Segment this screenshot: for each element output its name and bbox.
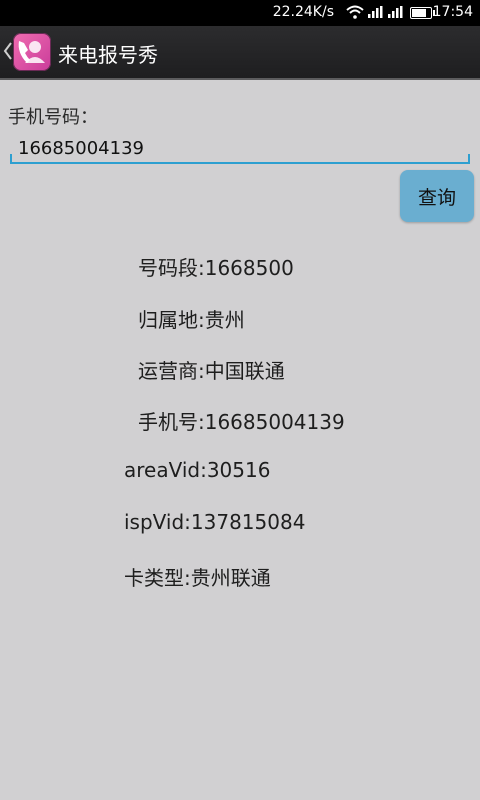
result-number-segment: 号码段:1668500 [138, 256, 294, 280]
signal-icon [368, 6, 383, 18]
input-underline-edge-right [468, 154, 470, 164]
result-phone: 手机号:16685004139 [138, 410, 345, 434]
result-area-vid: areaVid:30516 [124, 458, 271, 482]
result-card-type: 卡类型:贵州联通 [124, 566, 271, 590]
result-carrier: 运营商:中国联通 [138, 359, 285, 383]
app-title: 来电报号秀 [58, 43, 158, 67]
action-bar: 来电报号秀 [0, 26, 480, 80]
input-underline-edge-left [10, 154, 12, 164]
app-logo-icon[interactable] [13, 33, 51, 71]
phone-number-label: 手机号码： [8, 107, 98, 128]
status-bar: 22.24K/s 17:54 [0, 0, 480, 26]
wifi-icon [346, 5, 364, 19]
result-location: 归属地:贵州 [138, 308, 245, 332]
signal-icon-2 [388, 6, 403, 18]
phone-number-input[interactable] [10, 134, 470, 164]
battery-icon [410, 7, 435, 19]
query-button[interactable]: 查询 [400, 170, 474, 222]
result-isp-vid: ispVid:137815084 [124, 510, 306, 534]
network-speed: 22.24K/s [272, 4, 334, 20]
clock: 17:54 [432, 4, 473, 20]
